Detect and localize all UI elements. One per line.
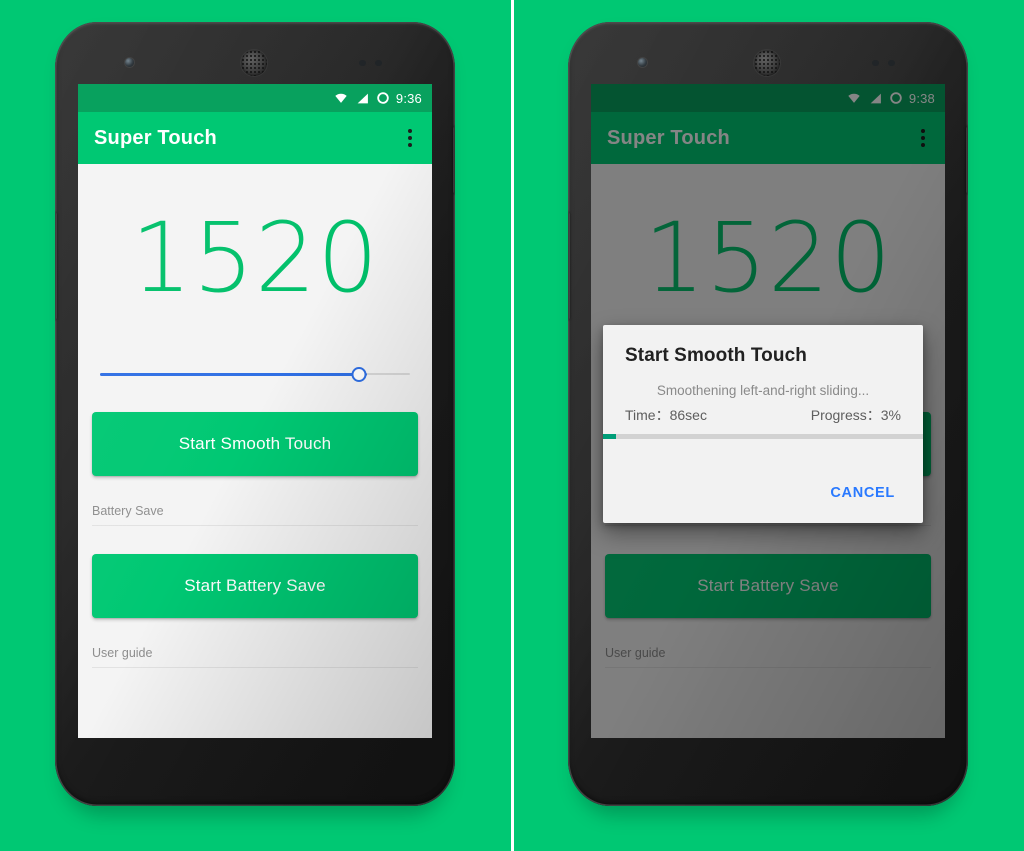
front-camera-icon <box>125 58 134 67</box>
front-camera-icon <box>638 58 647 67</box>
dialog-time-group: Time：86sec <box>625 405 707 425</box>
volume-button[interactable] <box>55 212 57 320</box>
user-guide-section-label: User guide <box>92 646 418 668</box>
start-smooth-touch-button[interactable]: Start Smooth Touch <box>92 412 418 476</box>
power-button[interactable] <box>453 126 455 194</box>
ring-icon <box>377 92 389 104</box>
dot <box>408 136 412 140</box>
slider-thumb[interactable] <box>351 366 367 382</box>
overflow-menu-icon[interactable] <box>402 123 418 153</box>
dialog-title: Start Smooth Touch <box>625 345 807 366</box>
phone-body: 9:38 Super Touch 1520 Start Battery Save… <box>568 22 968 806</box>
light-sensor-icon <box>375 60 382 66</box>
dialog-progress-label: Progress： <box>810 407 881 423</box>
earpiece-speaker-icon <box>241 50 267 76</box>
proximity-sensor-icon <box>359 60 366 66</box>
panel-left: 9:36 Super Touch 1520 Start Smooth Touch… <box>0 0 511 851</box>
dialog-progress-value: 3% <box>880 407 901 423</box>
counter-value: 1520 <box>130 202 380 314</box>
dot <box>408 143 412 147</box>
status-bar-time: 9:36 <box>395 90 422 106</box>
light-sensor-icon <box>888 60 895 66</box>
comparison-stage: 9:36 Super Touch 1520 Start Smooth Touch… <box>0 0 1024 851</box>
phone-device-right: 9:38 Super Touch 1520 Start Battery Save… <box>568 22 968 816</box>
battery-save-section-label: Battery Save <box>92 504 418 526</box>
wifi-icon <box>335 93 347 103</box>
slider-fill <box>100 372 368 376</box>
phone-screen: 9:38 Super Touch 1520 Start Battery Save… <box>591 84 945 738</box>
panel-divider <box>511 0 514 851</box>
sensitivity-slider[interactable] <box>92 364 418 384</box>
proximity-sensor-icon <box>872 60 879 66</box>
status-bar: 9:36 <box>78 84 432 112</box>
earpiece-speaker-icon <box>754 50 780 76</box>
phone-body: 9:36 Super Touch 1520 Start Smooth Touch… <box>55 22 455 806</box>
app-title: Super Touch <box>94 126 217 149</box>
dot <box>408 129 412 133</box>
dialog-actions: CANCEL <box>625 477 901 509</box>
dialog-time-value: 86sec <box>669 407 707 423</box>
volume-button[interactable] <box>568 212 570 320</box>
dialog-subtitle: Smoothening left-and-right sliding... <box>656 383 870 398</box>
signal-icon <box>357 93 368 103</box>
phone-device-left: 9:36 Super Touch 1520 Start Smooth Touch… <box>55 22 455 816</box>
power-button[interactable] <box>966 126 968 194</box>
start-battery-save-button[interactable]: Start Battery Save <box>92 554 418 618</box>
dialog-stats-row: Time：86sec Progress：3% <box>625 405 901 425</box>
main-content: 1520 Start Smooth Touch Battery Save Sta… <box>78 164 432 738</box>
cancel-button[interactable]: CANCEL <box>824 477 901 509</box>
dialog-time-label: Time： <box>625 407 670 423</box>
progress-dialog: Start Smooth Touch Smoothening left-and-… <box>603 325 923 523</box>
panel-right: 9:38 Super Touch 1520 Start Battery Save… <box>511 0 1024 851</box>
dialog-progress-fill <box>603 434 616 439</box>
dialog-progress-group: Progress：3% <box>811 405 901 425</box>
app-bar: Super Touch <box>78 112 432 164</box>
phone-screen: 9:36 Super Touch 1520 Start Smooth Touch… <box>78 84 432 738</box>
dialog-progress-bar <box>603 434 923 439</box>
